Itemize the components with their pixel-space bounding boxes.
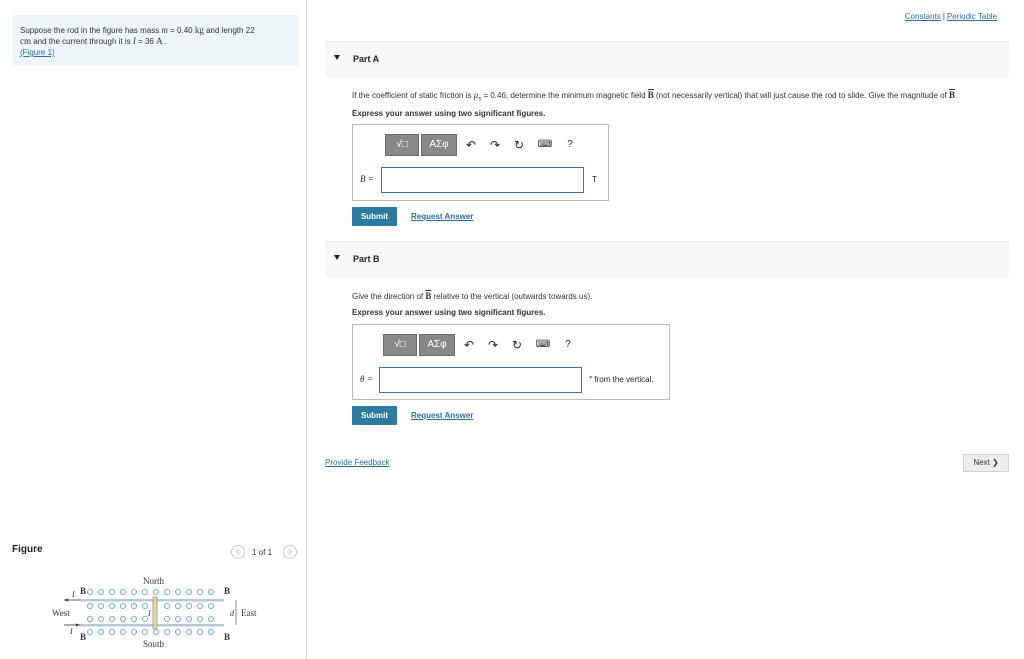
north-label: North	[143, 576, 164, 586]
part-b-answer-box: √□ ΑΣφ ↶ ↷ ↻ ⌨ ? θ = ° from the vertical…	[352, 324, 670, 400]
part-b-submit-button[interactable]: Submit	[352, 406, 397, 425]
part-a-question: If the coefficient of static friction is…	[352, 90, 957, 103]
top-rail	[80, 599, 224, 602]
figure-title: Figure	[12, 544, 43, 555]
figure-diagram: North South West East B B B B I I I d	[52, 576, 257, 649]
rod-current-label: I	[147, 609, 151, 618]
degree-unit: ° from the vertical.	[589, 375, 654, 384]
part-a-header[interactable]: Part A	[325, 41, 1009, 77]
period: .	[162, 37, 168, 46]
length-unit: cm	[20, 36, 31, 46]
figure-prev-button[interactable]: <	[231, 545, 245, 559]
b-label-tr: B	[224, 586, 230, 596]
problem-text: Suppose the rod in the figure has mass	[20, 26, 162, 35]
part-a-submit-button[interactable]: Submit	[352, 207, 397, 226]
reset-icon[interactable]: ↻	[509, 337, 525, 353]
current-label-top: I	[71, 590, 75, 599]
undo-icon[interactable]: ↶	[463, 137, 479, 153]
part-b-answer-input[interactable]	[379, 367, 582, 393]
top-links: Constants | Periodic Table	[905, 12, 997, 21]
keyboard-icon[interactable]: ⌨	[537, 137, 553, 153]
rod	[152, 596, 158, 630]
reset-icon[interactable]: ↻	[511, 137, 527, 153]
collapse-caret-icon[interactable]	[334, 55, 340, 60]
part-b-header[interactable]: Part B	[325, 241, 1009, 277]
constants-link[interactable]: Constants	[905, 12, 941, 21]
figure-header: Figure < 1 of 1 >	[12, 544, 298, 564]
part-a-question-post: (not necessarily vertical) that will jus…	[653, 91, 950, 100]
part-a-question-mid: = 0.46, determine the minimum magnetic f…	[481, 91, 648, 100]
east-label: East	[241, 608, 257, 618]
part-a-answer-input[interactable]	[381, 167, 584, 193]
problem-statement: Suppose the rod in the figure has mass m…	[13, 15, 299, 66]
current-label-bottom: I	[69, 627, 73, 636]
part-a-question-text: If the coefficient of static friction is	[352, 91, 474, 100]
part-a-question-end: .	[955, 91, 958, 100]
help-icon[interactable]: ?	[562, 137, 578, 153]
part-b-instruction: Express your answer using two significan…	[352, 308, 546, 317]
undo-icon[interactable]: ↶	[461, 337, 477, 353]
part-a-instruction: Express your answer using two significan…	[352, 109, 546, 118]
redo-icon[interactable]: ↷	[485, 337, 501, 353]
b-label-tl: B	[80, 586, 86, 596]
mass-value: = 0.40	[167, 26, 195, 35]
b-label-bl: B	[80, 632, 86, 642]
length-text: and length 22	[203, 26, 255, 35]
part-a-title: Part A	[353, 54, 380, 64]
arrow-head-bottom	[76, 623, 80, 627]
part-a-answer-box: √□ ΑΣφ ↶ ↷ ↻ ⌨ ? B = T	[352, 124, 609, 201]
redo-icon[interactable]: ↷	[487, 137, 503, 153]
part-b-request-answer[interactable]: Request Answer	[411, 411, 473, 420]
provide-feedback-link[interactable]: Provide Feedback	[325, 458, 389, 467]
periodic-table-link[interactable]: Periodic Table	[947, 12, 997, 21]
tesla-unit: T	[592, 175, 597, 184]
templates-button[interactable]: √□	[385, 134, 419, 156]
help-icon[interactable]: ?	[560, 337, 576, 353]
current-text: and the current through it is	[31, 37, 133, 46]
west-label: West	[52, 608, 70, 618]
dimension-label: d	[230, 609, 235, 618]
figure-next-button[interactable]: >	[283, 545, 297, 559]
figure-link[interactable]: (Figure 1)	[20, 48, 55, 57]
current-value: = 36	[135, 37, 157, 46]
part-b-question: Give the direction of B relative to the …	[352, 291, 592, 301]
bottom-rail	[80, 624, 224, 627]
mass-unit: kg	[194, 25, 204, 35]
part-b-question-post: relative to the vertical (outwards towar…	[431, 292, 593, 301]
part-a-request-answer[interactable]: Request Answer	[411, 212, 473, 221]
keyboard-icon[interactable]: ⌨	[535, 337, 551, 353]
templates-button[interactable]: √□	[383, 334, 417, 356]
symbols-button[interactable]: ΑΣφ	[421, 134, 457, 156]
figure-counter: 1 of 1	[252, 548, 273, 557]
part-b-question-text: Give the direction of	[352, 292, 426, 301]
collapse-caret-icon[interactable]	[334, 255, 340, 260]
problem-line-2: cm and the current through it is I = 36 …	[20, 36, 292, 47]
left-panel: Suppose the rod in the figure has mass m…	[0, 0, 307, 659]
part-b-title: Part B	[353, 254, 380, 264]
next-button[interactable]: Next ❯	[963, 454, 1009, 472]
problem-line-1: Suppose the rod in the figure has mass m…	[20, 25, 292, 36]
arrow-head-top	[64, 598, 68, 602]
south-label: South	[143, 639, 165, 649]
b-label-br: B	[224, 632, 230, 642]
theta-variable-label: θ =	[360, 374, 373, 384]
link-separator: |	[942, 12, 945, 21]
symbols-button[interactable]: ΑΣφ	[419, 334, 455, 356]
b-variable-label: B =	[360, 174, 374, 184]
